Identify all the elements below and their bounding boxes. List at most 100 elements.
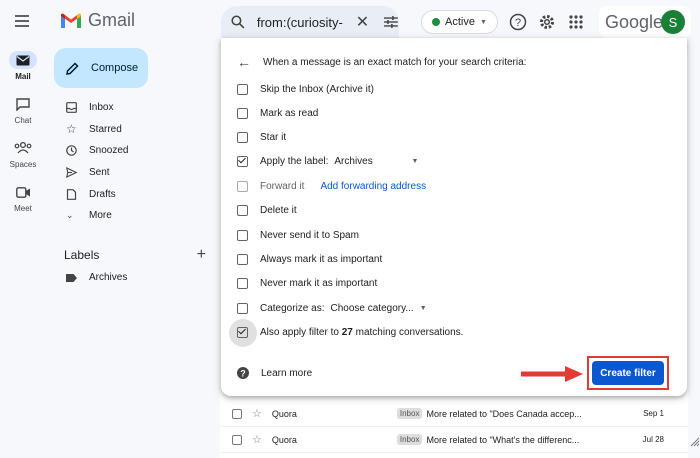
sidebar-item-inbox[interactable]: Inbox [46, 97, 216, 119]
help-icon[interactable]: ? [508, 12, 528, 32]
search-icon[interactable] [231, 15, 245, 29]
sidebar-item-archives-label[interactable]: Archives [66, 272, 127, 283]
avatar[interactable]: S [661, 10, 685, 34]
caret-down-icon: ▼ [479, 18, 487, 26]
checkbox[interactable] [237, 108, 248, 119]
rail-item-mail[interactable]: Mail [0, 44, 46, 88]
sidebar-item-label: Sent [89, 167, 110, 179]
rail-label: Chat [14, 116, 32, 125]
inbox-tag: Inbox [396, 434, 423, 445]
option-label: Star it [260, 132, 287, 143]
checkbox[interactable] [237, 303, 248, 314]
search-bar[interactable]: from:(curiosity- ✕ [221, 6, 399, 38]
table-row[interactable]: ☆ Quora Inbox More related to "Does Cana… [220, 401, 688, 427]
option-mark-read[interactable]: Mark as read [237, 108, 318, 119]
row-checkbox[interactable] [232, 408, 242, 419]
checkbox-checked[interactable] [237, 327, 248, 338]
add-label-icon[interactable]: + [197, 246, 206, 264]
search-options-icon[interactable] [383, 15, 399, 29]
option-forward-it[interactable]: Forward it Add forwarding address [237, 181, 426, 192]
chat-icon [9, 95, 37, 113]
option-always-important[interactable]: Always mark it as important [237, 254, 382, 265]
send-icon [66, 167, 77, 179]
option-never-important[interactable]: Never mark it as important [237, 278, 377, 289]
sidebar-item-label: More [89, 210, 112, 222]
sidebar-item-label: Snoozed [89, 145, 129, 157]
sidebar-item-sent[interactable]: Sent [46, 162, 216, 184]
star-icon: ☆ [66, 122, 77, 137]
email-date: Jul 28 [642, 435, 664, 444]
help-circle-icon: ? [237, 367, 249, 379]
category-select[interactable]: Choose category... ▼ [330, 303, 426, 314]
row-checkbox[interactable] [232, 434, 242, 445]
rail-item-chat[interactable]: Chat [0, 88, 46, 132]
inbox-icon [66, 102, 77, 114]
learn-more-link[interactable]: Learn more [261, 368, 312, 379]
app-name: Gmail [88, 10, 136, 30]
learn-more-row[interactable]: ? Learn more [237, 367, 312, 379]
sidebar-item-drafts[interactable]: Drafts [46, 183, 216, 205]
checkbox[interactable] [237, 278, 248, 289]
app-rail: Mail Chat Spaces Meet [0, 44, 46, 220]
draft-icon [66, 188, 77, 200]
checkbox-disabled[interactable] [237, 181, 248, 192]
checkbox[interactable] [237, 84, 248, 95]
clock-icon [66, 145, 77, 157]
option-never-spam[interactable]: Never send it to Spam [237, 230, 359, 241]
checkbox[interactable] [237, 230, 248, 241]
option-apply-label[interactable]: Apply the label: Archives ▼ [237, 156, 418, 167]
chevron-down-icon: ⌄ [66, 210, 74, 221]
sidebar-item-more[interactable]: ⌄ More [46, 205, 216, 227]
email-sender: Quora [271, 434, 297, 445]
svg-text:?: ? [515, 17, 521, 29]
option-label: Skip the Inbox (Archive it) [260, 84, 374, 95]
add-forwarding-link[interactable]: Add forwarding address [320, 181, 426, 192]
checkbox[interactable] [237, 132, 248, 143]
sidebar-item-starred[interactable]: ☆ Starred [46, 119, 216, 141]
dialog-header: ← When a message is an exact match for y… [237, 54, 526, 70]
red-arrow-annotation [521, 366, 583, 382]
option-delete-it[interactable]: Delete it [237, 205, 297, 216]
sidebar-item-label: Inbox [89, 102, 114, 114]
rail-item-spaces[interactable]: Spaces [0, 132, 46, 176]
compose-button[interactable]: Compose [54, 48, 148, 88]
create-filter-button[interactable]: Create filter [592, 361, 664, 385]
checkbox[interactable] [237, 205, 248, 216]
option-label: Categorize as: [260, 303, 325, 314]
label-select[interactable]: Archives ▼ [334, 156, 418, 167]
table-row[interactable]: ☆ Quora Inbox More related to "What's th… [220, 427, 688, 453]
caret-down-icon: ▼ [411, 158, 419, 165]
rail-label: Meet [14, 204, 32, 213]
clear-search-icon[interactable]: ✕ [356, 12, 369, 32]
matching-count: 27 [341, 327, 353, 338]
sidebar-item-label: Drafts [89, 188, 116, 200]
checkbox-checked[interactable] [237, 156, 248, 167]
option-skip-inbox[interactable]: Skip the Inbox (Archive it) [237, 84, 374, 95]
email-snippet: More related to "Does Canada accep... [426, 408, 582, 419]
back-arrow-icon[interactable]: ← [237, 54, 251, 70]
status-label: Active [445, 16, 475, 28]
scroll-handle-icon[interactable] [690, 437, 700, 447]
email-date: Sep 1 [643, 409, 664, 418]
status-dot-icon [432, 18, 440, 26]
labels-header: Labels + [64, 246, 206, 264]
main-menu-icon[interactable] [12, 12, 32, 32]
option-star-it[interactable]: Star it [237, 132, 286, 143]
create-filter-dialog: ← When a message is an exact match for y… [221, 38, 687, 396]
option-label: Never mark it as important [260, 278, 378, 289]
sidebar-item-snoozed[interactable]: Snoozed [46, 140, 216, 162]
apps-grid-icon[interactable] [566, 12, 586, 32]
search-input[interactable]: from:(curiosity- [257, 15, 348, 30]
gmail-logo[interactable]: Gmail [60, 10, 135, 31]
status-dropdown[interactable]: Active ▼ [421, 10, 498, 34]
label-select-value: Archives [334, 156, 373, 167]
option-categorize[interactable]: Categorize as: Choose category... ▼ [237, 303, 427, 314]
star-icon[interactable]: ☆ [252, 433, 262, 446]
option-also-apply[interactable]: Also apply filter to 27 matching convers… [237, 327, 463, 338]
checkbox[interactable] [237, 254, 248, 265]
rail-item-meet[interactable]: Meet [0, 176, 46, 220]
settings-gear-icon[interactable] [537, 12, 557, 32]
compose-label: Compose [91, 62, 139, 74]
star-icon[interactable]: ☆ [252, 407, 262, 420]
video-camera-icon [9, 183, 37, 201]
